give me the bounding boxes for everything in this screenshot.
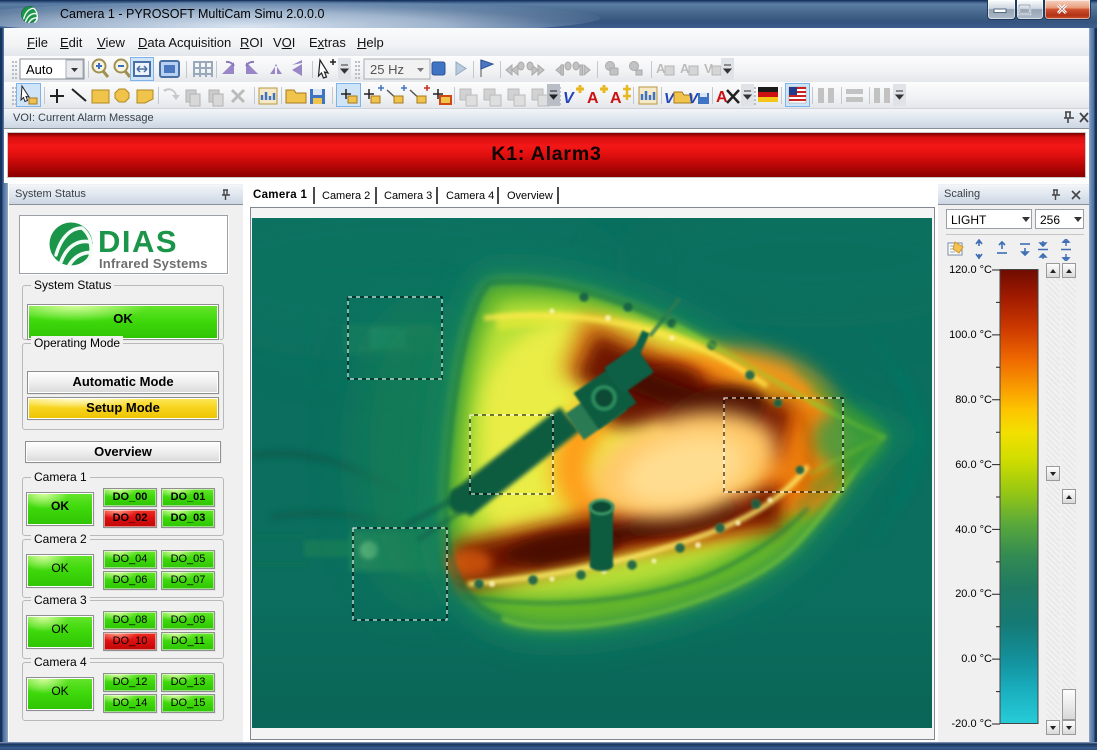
svg-text:25 Hz: 25 Hz (370, 62, 404, 77)
svg-text:V: V (563, 90, 575, 107)
svg-text:Auto: Auto (26, 62, 53, 77)
svg-text:A: A (610, 90, 622, 107)
svg-text:A: A (587, 90, 599, 107)
svg-text:A: A (716, 89, 728, 106)
